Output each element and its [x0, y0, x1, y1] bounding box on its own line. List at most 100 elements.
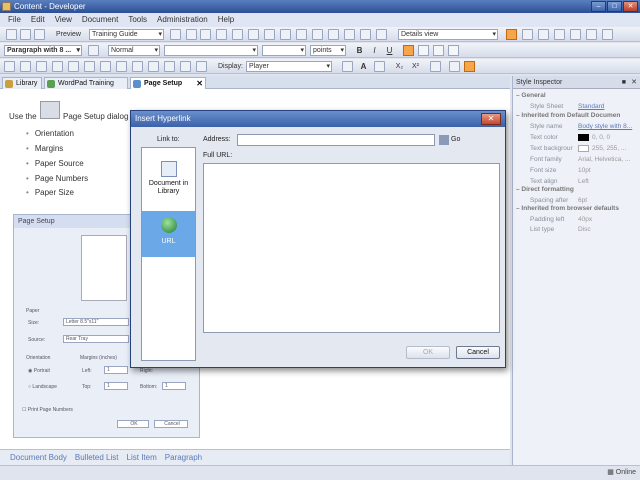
print-icon[interactable]	[34, 29, 45, 40]
align-justify-icon[interactable]	[448, 45, 459, 56]
tool2-icon[interactable]	[20, 61, 31, 72]
spell-icon[interactable]	[344, 29, 355, 40]
split-icon[interactable]	[522, 29, 533, 40]
font-color-button[interactable]: A	[358, 61, 369, 72]
panel-icon[interactable]	[538, 29, 549, 40]
menu-help[interactable]: Help	[214, 13, 238, 27]
font-size-select[interactable]	[262, 45, 306, 56]
open-icon[interactable]	[170, 29, 181, 40]
info-icon[interactable]	[602, 29, 613, 40]
highlight-icon[interactable]	[374, 61, 385, 72]
superscript-button[interactable]: X²	[410, 61, 421, 72]
link-type-url[interactable]: URL	[142, 211, 195, 257]
path-paragraph[interactable]: Paragraph	[165, 450, 202, 465]
cancel-button[interactable]: Cancel	[456, 346, 500, 359]
tab-wordpad-training[interactable]: WordPad Training	[44, 77, 128, 89]
tool9-icon[interactable]	[132, 61, 143, 72]
align-right-icon[interactable]	[433, 45, 444, 56]
bold-button[interactable]: B	[354, 45, 365, 56]
tool8-icon[interactable]	[116, 61, 127, 72]
subscript-button[interactable]: X₂	[394, 61, 405, 72]
pin-icon[interactable]: ■	[622, 76, 626, 89]
pen-icon[interactable]	[430, 61, 441, 72]
preview-select[interactable]: Training Guide	[89, 29, 164, 40]
section-inherited-browser[interactable]: – Inherited from browser defaults	[516, 205, 640, 212]
tool1-icon[interactable]	[4, 61, 15, 72]
menu-administration[interactable]: Administration	[153, 13, 212, 27]
table-icon[interactable]	[328, 29, 339, 40]
prop-font-size: Font size 10pt	[513, 166, 640, 175]
link-icon[interactable]	[296, 29, 307, 40]
image-icon[interactable]	[312, 29, 323, 40]
go-arrow-icon[interactable]	[439, 135, 449, 145]
menu-document[interactable]: Document	[78, 13, 122, 27]
tool12-icon[interactable]	[180, 61, 191, 72]
prop-font-family: Font family Arial, Helvetica, ...	[513, 155, 640, 164]
delete-icon[interactable]	[232, 29, 243, 40]
tool7-icon[interactable]	[100, 61, 111, 72]
address-input[interactable]	[237, 134, 435, 146]
refresh-icon[interactable]	[376, 29, 387, 40]
section-direct-formatting[interactable]: – Direct formatting	[516, 186, 640, 193]
close-tab-icon[interactable]: ✕	[196, 78, 203, 89]
close-window-button[interactable]: ✕	[623, 1, 638, 12]
section-general-label: General	[521, 92, 546, 99]
tool3-icon[interactable]	[36, 61, 47, 72]
normal-style-select[interactable]: Normal	[108, 45, 160, 56]
tab-library[interactable]: Library	[2, 77, 42, 89]
save-icon[interactable]	[20, 29, 31, 40]
path-list-item[interactable]: List Item	[127, 450, 157, 465]
cut-icon[interactable]	[216, 29, 227, 40]
maximize-button[interactable]: □	[607, 1, 622, 12]
menu-edit[interactable]: Edit	[27, 13, 49, 27]
view-select[interactable]: Details view	[398, 29, 498, 40]
style-icon[interactable]	[88, 45, 99, 56]
find-icon[interactable]	[280, 29, 291, 40]
tool5-icon[interactable]	[68, 61, 79, 72]
insert-icon[interactable]	[342, 61, 353, 72]
go-button[interactable]: Go	[451, 136, 460, 143]
bullets-icon[interactable]	[449, 61, 460, 72]
section-general[interactable]: – General	[516, 92, 640, 99]
tab-page-setup[interactable]: Page Setup ✕	[130, 77, 206, 89]
tree-icon[interactable]	[586, 29, 597, 40]
menu-tools[interactable]: Tools	[124, 13, 151, 27]
tool4-icon[interactable]	[52, 61, 63, 72]
section-inherited-default[interactable]: – Inherited from Default Documen	[516, 112, 640, 119]
units-select[interactable]: points	[310, 45, 346, 56]
close-panel-icon[interactable]: ✕	[631, 76, 637, 89]
redo-icon[interactable]	[264, 29, 275, 40]
tool6-icon[interactable]	[84, 61, 95, 72]
align-center-icon[interactable]	[418, 45, 429, 56]
copy-icon[interactable]	[186, 29, 197, 40]
minimize-button[interactable]: –	[591, 1, 606, 12]
link-type-document[interactable]: Document in Library	[142, 158, 195, 204]
display-select[interactable]: Player	[246, 61, 332, 72]
path-document-body[interactable]: Document Body	[10, 450, 67, 465]
menu-view[interactable]: View	[51, 13, 76, 27]
italic-button[interactable]: I	[369, 45, 380, 56]
align-left-icon[interactable]	[403, 45, 414, 56]
grid-icon[interactable]	[554, 29, 565, 40]
numbering-icon[interactable]	[464, 61, 475, 72]
prop-value: 10pt	[578, 167, 591, 174]
new-icon[interactable]	[6, 29, 17, 40]
tool10-icon[interactable]	[148, 61, 159, 72]
undo-icon[interactable]	[248, 29, 259, 40]
menu-file[interactable]: File	[4, 13, 25, 27]
tool13-icon[interactable]	[196, 61, 207, 72]
path-bulleted-list[interactable]: Bulleted List	[75, 450, 119, 465]
style-sheet-link[interactable]: Standard	[578, 102, 604, 111]
style-name-link[interactable]: Body style with 8...	[578, 122, 632, 131]
paragraph-style-select[interactable]: Paragraph with 8 ...	[4, 45, 82, 56]
list-view-icon[interactable]	[570, 29, 581, 40]
format-toolbar: Paragraph with 8 ... Normal points B I U	[0, 43, 640, 58]
layout-icon[interactable]	[506, 29, 517, 40]
check-icon[interactable]	[360, 29, 371, 40]
ok-button[interactable]: OK	[406, 346, 450, 359]
tool11-icon[interactable]	[164, 61, 175, 72]
font-select[interactable]	[164, 45, 258, 56]
underline-button[interactable]: U	[384, 45, 395, 56]
paste-icon[interactable]	[200, 29, 211, 40]
dialog-close-button[interactable]: ✕	[481, 113, 501, 125]
